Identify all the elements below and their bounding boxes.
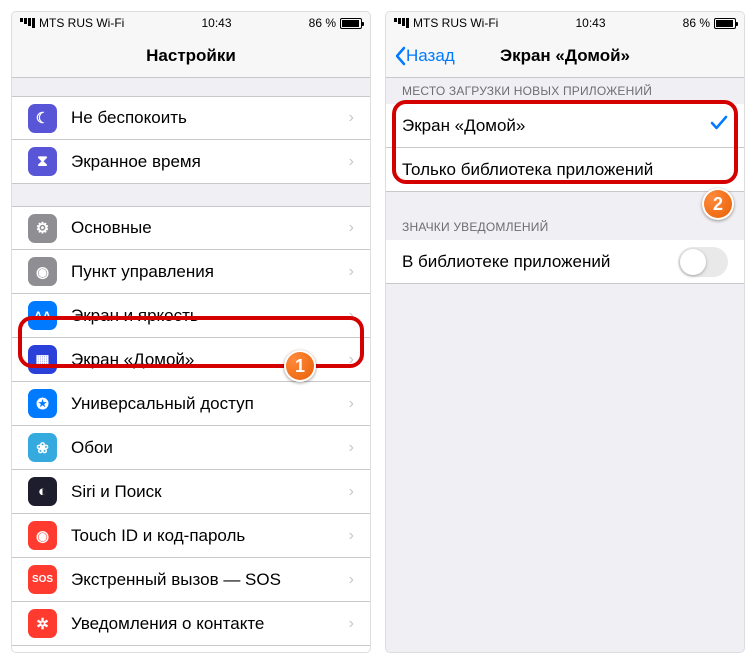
status-bar: MTS RUS Wi-Fi 10:43 86 % [12,12,370,34]
siri-icon: ◐ [28,477,57,506]
battery-icon [714,18,736,29]
row-touch-id[interactable]: ◉ Touch ID и код-пароль › [12,514,370,558]
row-battery[interactable]: ▮ Аккумулятор › [12,646,370,652]
sos-icon: SOS [28,565,57,594]
row-label: Экран «Домой» [71,350,349,370]
row-wallpaper[interactable]: ❀ Обои › [12,426,370,470]
chevron-right-icon: › [349,527,354,545]
row-sos[interactable]: SOS Экстренный вызов — SOS › [12,558,370,602]
battery-percent: 86 % [309,16,336,30]
chevron-right-icon: › [349,109,354,127]
chevron-right-icon: › [349,153,354,171]
check-icon [710,115,728,136]
accessibility-icon: ✪ [28,389,57,418]
option-home-screen[interactable]: Экран «Домой» [386,104,744,148]
row-label: Touch ID и код-пароль [71,526,349,546]
row-label: Экранное время [71,152,349,172]
settings-screen: MTS RUS Wi-Fi 10:43 86 % Настройки ☾ Не … [12,12,370,652]
signal-icon [20,18,35,28]
row-do-not-disturb[interactable]: ☾ Не беспокоить › [12,96,370,140]
chevron-right-icon: › [349,395,354,413]
row-exposure[interactable]: ✲ Уведомления о контакте › [12,602,370,646]
chevron-right-icon: › [349,351,354,369]
battery-percent: 86 % [683,16,710,30]
row-label: Уведомления о контакте [71,614,349,634]
row-screen-time[interactable]: ⧗ Экранное время › [12,140,370,184]
status-time: 10:43 [575,16,605,30]
page-title: Экран «Домой» [500,46,630,66]
text-size-icon: AA [28,301,57,330]
gear-icon: ⚙ [28,214,57,243]
row-label: Экран и яркость [71,306,349,326]
moon-icon: ☾ [28,104,57,133]
row-accessibility[interactable]: ✪ Универсальный доступ › [12,382,370,426]
chevron-right-icon: › [349,219,354,237]
toggle-switch[interactable] [678,247,728,277]
row-label: Siri и Поиск [71,482,349,502]
row-label: Экстренный вызов — SOS [71,570,349,590]
row-siri[interactable]: ◐ Siri и Поиск › [12,470,370,514]
row-home-screen[interactable]: ▦ Экран «Домой» › [12,338,370,382]
signal-icon [394,18,409,28]
row-label: Не беспокоить [71,108,349,128]
row-general[interactable]: ⚙ Основные › [12,206,370,250]
flower-icon: ❀ [28,433,57,462]
chevron-left-icon [394,46,406,66]
sliders-icon: ◉ [28,257,57,286]
row-label: Основные [71,218,349,238]
option-badges-in-library[interactable]: В библиотеке приложений [386,240,744,284]
section-header-notification-badges: ЗНАЧКИ УВЕДОМЛЕНИЙ [386,214,744,240]
row-control-center[interactable]: ◉ Пункт управления › [12,250,370,294]
row-label: Обои [71,438,349,458]
battery-icon [340,18,362,29]
section-header-download-location: МЕСТО ЗАГРУЗКИ НОВЫХ ПРИЛОЖЕНИЙ [386,78,744,104]
virus-icon: ✲ [28,609,57,638]
home-screen-settings: MTS RUS Wi-Fi 10:43 86 % Назад Экран «До… [386,12,744,652]
chevron-right-icon: › [349,439,354,457]
hourglass-icon: ⧗ [28,147,57,176]
chevron-right-icon: › [349,263,354,281]
row-label: Пункт управления [71,262,349,282]
fingerprint-icon: ◉ [28,521,57,550]
nav-bar: Настройки [12,34,370,78]
row-label: Универсальный доступ [71,394,349,414]
chevron-right-icon: › [349,307,354,325]
page-title: Настройки [146,46,236,66]
row-label: В библиотеке приложений [402,252,678,272]
carrier-label: MTS RUS Wi-Fi [39,16,124,30]
chevron-right-icon: › [349,483,354,501]
row-label: Экран «Домой» [402,116,710,136]
carrier-label: MTS RUS Wi-Fi [413,16,498,30]
grid-icon: ▦ [28,345,57,374]
chevron-right-icon: › [349,615,354,633]
back-label: Назад [406,46,455,66]
option-app-library-only[interactable]: Только библиотека приложений [386,148,744,192]
chevron-right-icon: › [349,571,354,589]
nav-bar: Назад Экран «Домой» [386,34,744,78]
row-label: Только библиотека приложений [402,160,728,180]
row-display-brightness[interactable]: AA Экран и яркость › [12,294,370,338]
back-button[interactable]: Назад [394,46,455,66]
status-bar: MTS RUS Wi-Fi 10:43 86 % [386,12,744,34]
status-time: 10:43 [201,16,231,30]
